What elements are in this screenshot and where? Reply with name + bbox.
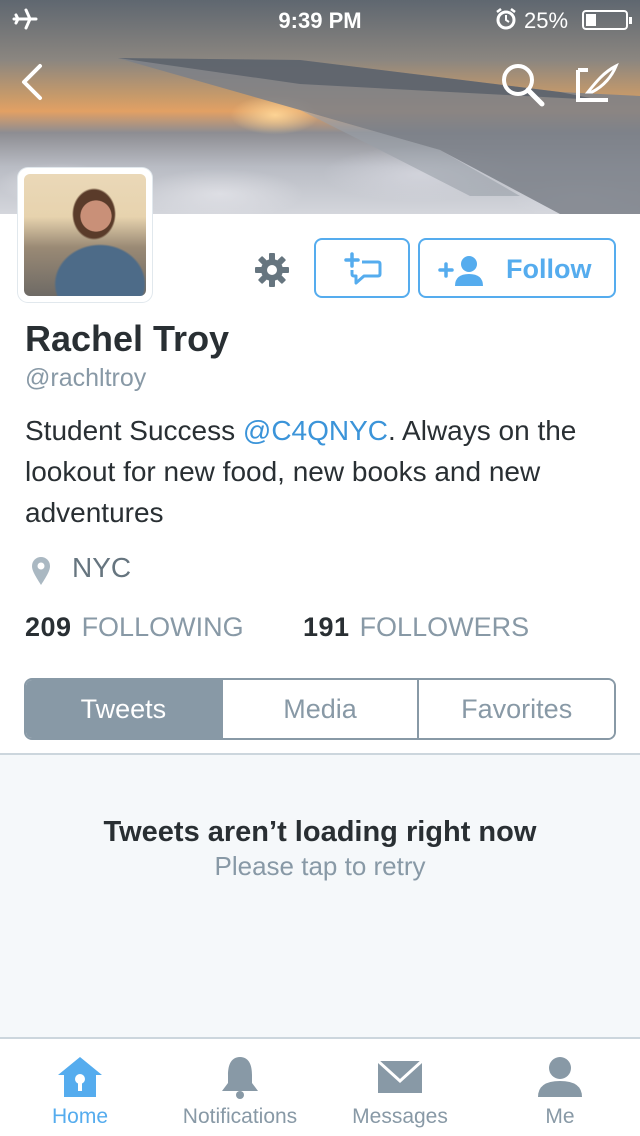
direct-message-icon — [344, 252, 382, 285]
follow-button[interactable]: Follow — [418, 238, 616, 298]
followers-stat[interactable]: 191 FOLLOWERS — [303, 612, 529, 643]
timeline-empty-area[interactable] — [0, 755, 640, 1037]
tabbar-me[interactable]: Me — [480, 1039, 640, 1136]
bell-icon — [222, 1057, 258, 1099]
tabbar-notifications[interactable]: Notifications — [160, 1039, 320, 1136]
followers-count: 191 — [303, 612, 350, 642]
tabbar-messages-label: Messages — [352, 1105, 448, 1128]
bio-text: Student Success — [25, 415, 243, 446]
following-stat[interactable]: 209 FOLLOWING — [25, 612, 244, 643]
person-icon — [538, 1057, 582, 1097]
compose-icon[interactable] — [574, 62, 620, 109]
battery-percent: 25% — [524, 8, 569, 33]
following-label: FOLLOWING — [81, 612, 244, 642]
profile-location: NYC — [72, 552, 132, 583]
avatar[interactable] — [18, 168, 152, 302]
bio-mention-link[interactable]: @C4QNYC — [243, 415, 388, 446]
tabbar-notifications-label: Notifications — [182, 1105, 298, 1128]
battery-fill — [586, 14, 596, 26]
tab-tweets[interactable]: Tweets — [26, 680, 221, 738]
following-count: 209 — [25, 612, 72, 642]
profile-tabs: Tweets Media Favorites — [24, 678, 616, 740]
bottom-tab-bar: Home Notifications Messages Me — [0, 1037, 640, 1136]
profile-bio: Student Success @C4QNYC. Always on the l… — [25, 410, 615, 533]
battery-icon — [582, 10, 632, 30]
gear-icon[interactable] — [254, 252, 290, 293]
direct-message-button[interactable] — [314, 238, 410, 298]
follow-button-label: Follow — [506, 254, 592, 284]
add-user-icon — [438, 256, 483, 286]
avatar-photo — [24, 174, 146, 296]
location-pin-icon — [30, 556, 52, 591]
profile-handle: @rachltroy — [25, 364, 147, 392]
tabbar-me-label: Me — [545, 1105, 575, 1128]
tabbar-messages[interactable]: Messages — [320, 1039, 480, 1136]
tabbar-home-label: Home — [51, 1105, 109, 1128]
followers-label: FOLLOWERS — [359, 612, 530, 642]
tabbar-home[interactable]: Home — [0, 1039, 160, 1136]
tab-favorites[interactable]: Favorites — [417, 680, 614, 738]
back-chevron-icon[interactable] — [18, 62, 46, 107]
alarm-icon — [494, 6, 518, 38]
home-icon — [58, 1057, 102, 1097]
retry-link[interactable]: Please tap to retry — [0, 851, 640, 882]
status-bar: 9:39 PM 25% — [0, 0, 640, 40]
search-icon[interactable] — [500, 62, 546, 113]
tab-media[interactable]: Media — [220, 680, 418, 738]
profile-name: Rachel Troy — [25, 318, 230, 359]
empty-state-title: Tweets aren’t loading right now — [103, 816, 537, 848]
envelope-icon — [376, 1059, 424, 1093]
